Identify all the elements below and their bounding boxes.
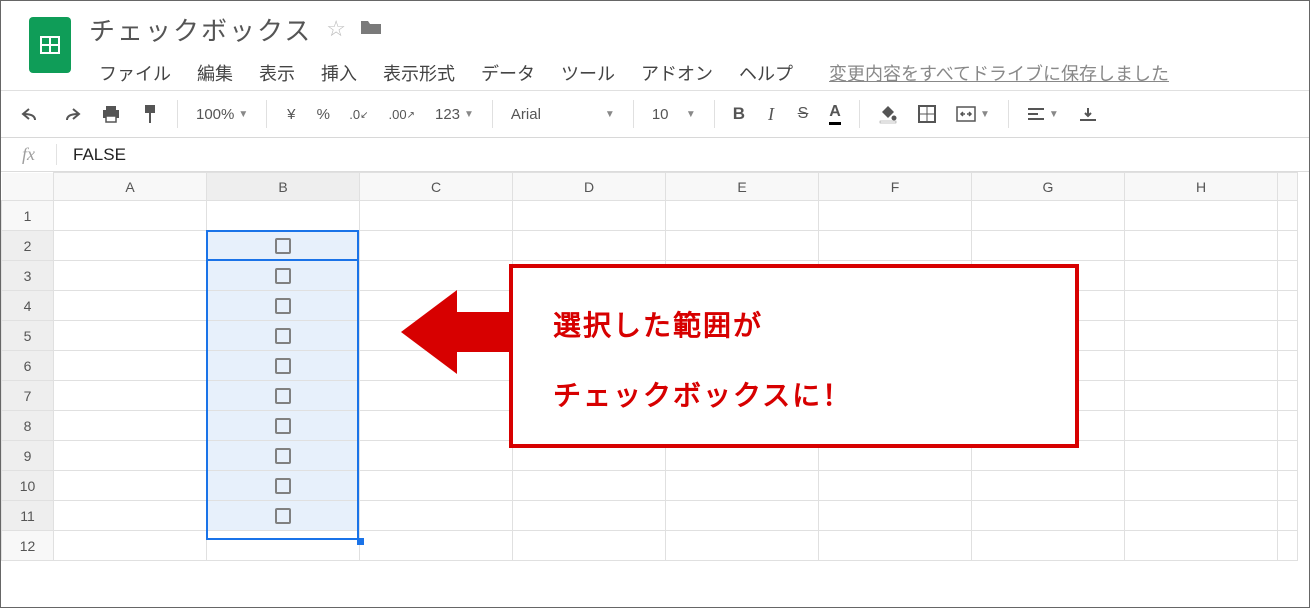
undo-button[interactable] bbox=[15, 100, 47, 128]
col-header-D[interactable]: D bbox=[513, 173, 666, 201]
spreadsheet-grid[interactable]: A B C D E F G H 1 2 3 4 5 6 7 8 9 10 11 … bbox=[1, 172, 1309, 608]
cell-B9[interactable] bbox=[207, 441, 360, 471]
decrease-decimal-button[interactable]: .0↙ bbox=[343, 100, 374, 128]
toolbar: 100% ▼ ¥ % .0↙ .00↗ 123 ▼ Arial ▼ 10 ▼ B… bbox=[1, 90, 1309, 138]
zoom-value: 100% bbox=[196, 106, 234, 123]
cell-B5[interactable] bbox=[207, 321, 360, 351]
cell-B3[interactable] bbox=[207, 261, 360, 291]
formula-value[interactable]: FALSE bbox=[57, 145, 126, 165]
fx-icon[interactable]: fx bbox=[1, 144, 57, 165]
col-header-H[interactable]: H bbox=[1125, 173, 1278, 201]
chevron-down-icon: ▼ bbox=[464, 109, 474, 120]
borders-button[interactable] bbox=[912, 100, 942, 128]
col-header-extra[interactable] bbox=[1278, 173, 1298, 201]
checkbox-icon[interactable] bbox=[275, 388, 291, 404]
checkbox-icon[interactable] bbox=[275, 268, 291, 284]
menu-format[interactable]: 表示形式 bbox=[373, 56, 465, 90]
row-header-2[interactable]: 2 bbox=[2, 231, 54, 261]
checkbox-icon[interactable] bbox=[275, 478, 291, 494]
menubar: ファイル 編集 表示 挿入 表示形式 データ ツール アドオン ヘルプ 変更内容… bbox=[89, 56, 1169, 90]
row-header-9[interactable]: 9 bbox=[2, 441, 54, 471]
checkbox-icon[interactable] bbox=[275, 358, 291, 374]
font-select[interactable]: Arial ▼ bbox=[505, 106, 621, 123]
number-format-label: 123 bbox=[435, 106, 460, 123]
checkbox-icon[interactable] bbox=[275, 298, 291, 314]
row-header-3[interactable]: 3 bbox=[2, 261, 54, 291]
font-size-value: 10 bbox=[652, 106, 682, 123]
sheets-app-icon[interactable] bbox=[29, 17, 71, 73]
strikethrough-button[interactable]: S bbox=[791, 100, 815, 128]
annotation-line1: 選択した範囲が bbox=[553, 304, 1035, 344]
chevron-down-icon: ▼ bbox=[1049, 109, 1059, 120]
chevron-down-icon: ▼ bbox=[686, 109, 696, 120]
currency-button[interactable]: ¥ bbox=[279, 100, 303, 128]
annotation-callout: 選択した範囲が チェックボックスに！ bbox=[509, 264, 1079, 448]
font-name: Arial bbox=[511, 106, 601, 123]
redo-button[interactable] bbox=[55, 100, 87, 128]
menu-file[interactable]: ファイル bbox=[89, 56, 181, 90]
header: チェックボックス ☆ ファイル 編集 表示 挿入 表示形式 データ ツール アド… bbox=[1, 1, 1309, 90]
text-color-icon: A bbox=[829, 103, 841, 125]
number-format-select[interactable]: 123 ▼ bbox=[429, 106, 480, 123]
menu-data[interactable]: データ bbox=[471, 56, 545, 90]
bold-button[interactable]: B bbox=[727, 100, 751, 128]
checkbox-icon[interactable] bbox=[275, 448, 291, 464]
vertical-align-button[interactable] bbox=[1073, 100, 1103, 128]
checkbox-icon[interactable] bbox=[275, 238, 291, 254]
text-color-button[interactable]: A bbox=[823, 100, 847, 128]
annotation-line2: チェックボックスに！ bbox=[553, 374, 1035, 414]
row-header-4[interactable]: 4 bbox=[2, 291, 54, 321]
menu-help[interactable]: ヘルプ bbox=[729, 56, 803, 90]
menu-addons[interactable]: アドオン bbox=[631, 56, 723, 90]
row-header-7[interactable]: 7 bbox=[2, 381, 54, 411]
col-header-E[interactable]: E bbox=[666, 173, 819, 201]
fill-color-button[interactable] bbox=[872, 100, 904, 128]
checkbox-icon[interactable] bbox=[275, 418, 291, 434]
menu-insert[interactable]: 挿入 bbox=[311, 56, 367, 90]
row-header-12[interactable]: 12 bbox=[2, 531, 54, 561]
italic-button[interactable]: I bbox=[759, 100, 783, 128]
horizontal-align-button[interactable]: ▼ bbox=[1021, 107, 1065, 121]
row-header-1[interactable]: 1 bbox=[2, 201, 54, 231]
percent-button[interactable]: % bbox=[311, 100, 335, 128]
cell-B7[interactable] bbox=[207, 381, 360, 411]
col-header-A[interactable]: A bbox=[54, 173, 207, 201]
cell-B10[interactable] bbox=[207, 471, 360, 501]
row-header-5[interactable]: 5 bbox=[2, 321, 54, 351]
chevron-down-icon: ▼ bbox=[605, 109, 615, 120]
cell-B2[interactable] bbox=[207, 231, 360, 261]
col-header-G[interactable]: G bbox=[972, 173, 1125, 201]
checkbox-icon[interactable] bbox=[275, 508, 291, 524]
row-header-10[interactable]: 10 bbox=[2, 471, 54, 501]
print-button[interactable] bbox=[95, 100, 127, 128]
paint-format-button[interactable] bbox=[135, 100, 165, 128]
row-header-8[interactable]: 8 bbox=[2, 411, 54, 441]
merge-cells-button[interactable]: ▼ bbox=[950, 106, 996, 122]
formula-bar: fx FALSE bbox=[1, 138, 1309, 172]
col-header-B[interactable]: B bbox=[207, 173, 360, 201]
document-title[interactable]: チェックボックス bbox=[89, 9, 312, 48]
row-header-6[interactable]: 6 bbox=[2, 351, 54, 381]
col-header-C[interactable]: C bbox=[360, 173, 513, 201]
chevron-down-icon: ▼ bbox=[980, 109, 990, 120]
row-header-11[interactable]: 11 bbox=[2, 501, 54, 531]
cell-B8[interactable] bbox=[207, 411, 360, 441]
select-all-corner[interactable] bbox=[2, 173, 54, 201]
col-header-F[interactable]: F bbox=[819, 173, 972, 201]
save-status[interactable]: 変更内容をすべてドライブに保存しました bbox=[829, 60, 1169, 86]
menu-edit[interactable]: 編集 bbox=[187, 56, 243, 90]
zoom-select[interactable]: 100% ▼ bbox=[190, 106, 254, 123]
chevron-down-icon: ▼ bbox=[238, 109, 248, 120]
increase-decimal-button[interactable]: .00↗ bbox=[383, 100, 421, 128]
selection-drag-handle[interactable] bbox=[357, 538, 364, 545]
star-icon[interactable]: ☆ bbox=[326, 16, 346, 42]
font-size-select[interactable]: 10 ▼ bbox=[646, 106, 702, 123]
cell-B11[interactable] bbox=[207, 501, 360, 531]
folder-icon[interactable] bbox=[360, 16, 382, 42]
cell-B6[interactable] bbox=[207, 351, 360, 381]
menu-view[interactable]: 表示 bbox=[249, 56, 305, 90]
cell-B4[interactable] bbox=[207, 291, 360, 321]
menu-tools[interactable]: ツール bbox=[551, 56, 625, 90]
checkbox-icon[interactable] bbox=[275, 328, 291, 344]
